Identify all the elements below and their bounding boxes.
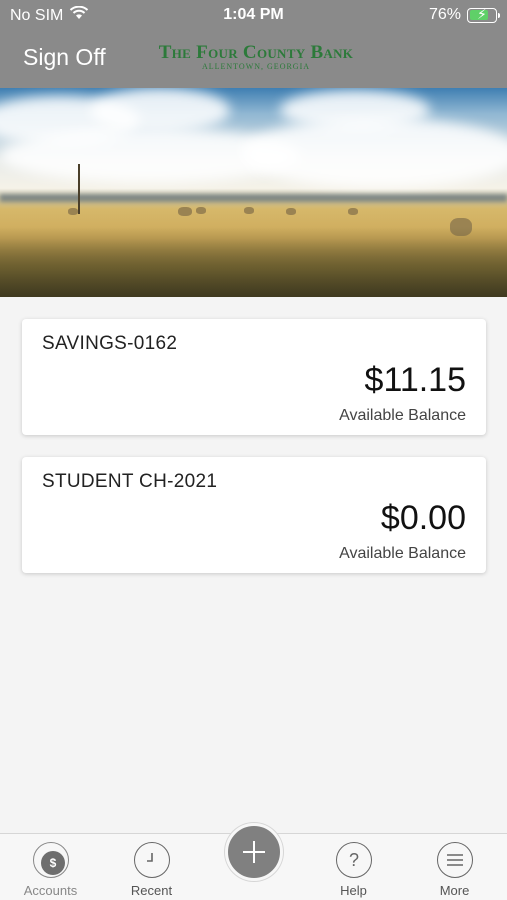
- account-balance: $11.15: [364, 361, 466, 399]
- tab-more[interactable]: More: [404, 834, 505, 900]
- charging-bolt-icon: ⚡: [477, 5, 487, 22]
- battery-nub: [498, 12, 500, 18]
- status-right: 76% ⚡: [428, 5, 500, 24]
- tab-label: Recent: [130, 883, 173, 898]
- app-header: Sign Off The Four County Bank ALLENTOWN,…: [0, 30, 507, 88]
- balance-label: Available Balance: [339, 545, 466, 562]
- question-icon: ?: [336, 842, 372, 878]
- balance-label: Available Balance: [339, 407, 466, 424]
- hay-bale: [348, 208, 358, 215]
- tab-label: Accounts: [23, 883, 78, 898]
- dollar-coin-icon: $: [41, 851, 65, 875]
- tab-help[interactable]: ? Help: [303, 834, 404, 900]
- account-name: SAVINGS-0162: [42, 333, 178, 354]
- cloud: [90, 88, 230, 133]
- tab-label: Help: [340, 883, 367, 898]
- tab-label: More: [439, 883, 470, 898]
- status-bar: No SIM 1:04 PM 76% ⚡: [0, 0, 507, 30]
- hay-bale: [178, 207, 192, 216]
- hay-bale: [286, 208, 296, 215]
- tab-recent[interactable]: Recent: [101, 834, 202, 900]
- add-button[interactable]: [225, 823, 283, 881]
- account-card-savings[interactable]: SAVINGS-0162 $11.15 Available Balance: [22, 319, 486, 435]
- foreground-grass: [0, 227, 507, 297]
- bank-name: The Four County Bank: [158, 42, 354, 63]
- sign-off-button[interactable]: Sign Off: [23, 44, 106, 71]
- utility-pole: [78, 164, 80, 214]
- bank-logo: The Four County Bank ALLENTOWN, GEORGIA: [146, 42, 366, 71]
- account-name: STUDENT CH-2021: [42, 471, 218, 492]
- account-card-student[interactable]: STUDENT CH-2021 $0.00 Available Balance: [22, 457, 486, 573]
- hay-bale: [68, 208, 78, 215]
- menu-icon: [437, 842, 473, 878]
- cloud: [240, 118, 507, 188]
- battery-icon: ⚡: [467, 5, 500, 23]
- battery-percent: 76%: [428, 6, 461, 23]
- hay-bale: [196, 207, 206, 214]
- horizon: [0, 194, 507, 202]
- tab-accounts[interactable]: $ Accounts: [0, 834, 101, 900]
- hay-bale: [244, 207, 254, 214]
- hero-landscape-image: [0, 88, 507, 297]
- plus-icon-vertical: [253, 841, 255, 863]
- accounts-icon: $: [33, 842, 69, 878]
- clock-icon: [134, 842, 170, 878]
- account-balance: $0.00: [380, 499, 466, 537]
